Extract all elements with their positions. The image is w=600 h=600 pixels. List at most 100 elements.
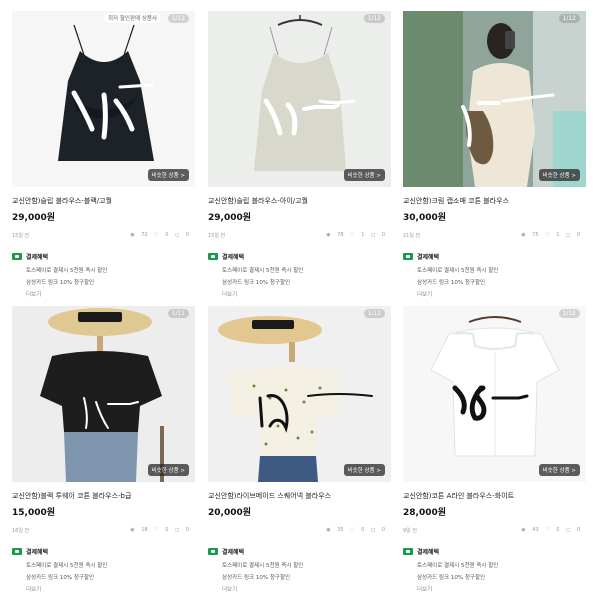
- product-stats: ◉ 75 ♡ 1 ◻ 0: [516, 232, 580, 238]
- benefit-more-link[interactable]: 더보기: [222, 585, 391, 593]
- product-image[interactable]: 1/12 비슷한 상품 >: [208, 11, 391, 187]
- product-image[interactable]: 1/12 비슷한 상품 >: [208, 306, 391, 482]
- benefit-line-1: 토스페이로 결제시 5천원 즉시 할인: [222, 268, 304, 274]
- eye-icon: ◉: [130, 527, 135, 533]
- chat-count: 0: [381, 232, 385, 238]
- product-title[interactable]: 교신안함)슬립 블라우스-블랙/고퀄: [12, 196, 195, 206]
- posted-time: 21일 전: [403, 233, 421, 239]
- benefit-line-2: 삼성카드 링크 10% 청구할인: [222, 280, 291, 286]
- like-count: 0: [165, 232, 169, 238]
- product-price: 29,000원: [12, 213, 56, 223]
- payment-benefit: 결제혜택 토스페이로 결제시 5천원 즉시 할인 삼성카드 링크 10% 청구할…: [12, 252, 195, 298]
- product-stats: ◉ 78 ♡ 1 ◻ 0: [321, 232, 385, 238]
- product-title[interactable]: 교신안함)코튼 A라인 블라우스-화이트: [403, 491, 586, 501]
- product-title[interactable]: 교신안함)블랙 투웨이 코튼 블라우스-b급: [12, 491, 195, 501]
- product-title[interactable]: 교신안함)크림 캡소매 코튼 블라우스: [403, 196, 586, 206]
- white-a-line-blouse-photo: [403, 306, 586, 482]
- payment-benefit: 결제혜택 토스페이로 결제시 5천원 즉시 할인 삼성카드 링크 10% 청구할…: [12, 547, 195, 593]
- benefit-more-link[interactable]: 더보기: [417, 585, 586, 593]
- payment-benefit: 결제혜택 토스페이로 결제시 5천원 즉시 할인 삼성카드 링크 10% 청구할…: [208, 252, 391, 298]
- payment-benefit: 결제혜택 토스페이로 결제시 5천원 즉시 할인 삼성카드 링크 10% 청구할…: [208, 547, 391, 593]
- similar-items-button[interactable]: 비슷한 상품 >: [538, 464, 580, 476]
- product-card[interactable]: 1/12 비슷한 상품 > 교신안함)라이브메이드 스퀘어넥 블라우스 20,0…: [208, 306, 391, 593]
- benefit-flag-icon: [208, 548, 218, 555]
- chat-icon: ◻: [566, 527, 571, 533]
- product-card[interactable]: 1/12 비슷한 상품 > 교신안함)코튼 A라인 블라우스-화이트 28,00…: [403, 306, 586, 593]
- ivory-slip-blouse-photo: [208, 11, 391, 187]
- black-two-way-blouse-photo: [12, 306, 195, 482]
- benefit-flag-icon: [12, 548, 22, 555]
- payment-benefit: 결제혜택 토스페이로 결제시 5천원 즉시 할인 삼성카드 링크 10% 청구할…: [403, 547, 586, 593]
- like-count: 1: [556, 232, 560, 238]
- benefit-line-2: 삼성카드 링크 10% 청구할인: [26, 280, 95, 286]
- product-image[interactable]: 1/11 비슷한 상품 >: [12, 306, 195, 482]
- like-count: 0: [556, 527, 560, 533]
- benefit-more-link[interactable]: 더보기: [222, 290, 391, 298]
- product-meta: 9일 전 ◉ 43 ♡ 0 ◻ 0: [403, 527, 586, 537]
- benefit-title: 결제혜택: [26, 254, 49, 261]
- product-stats: ◉ 18 ♡ 0 ◻ 0: [125, 527, 189, 533]
- product-image[interactable]: 1/12 비슷한 상품 >: [403, 306, 586, 482]
- product-meta: 21일 전 ◉ 75 ♡ 1 ◻ 0: [403, 232, 586, 242]
- similar-items-button[interactable]: 비슷한 상품 >: [538, 169, 580, 181]
- posted-time: 9일 전: [403, 528, 417, 534]
- chat-count: 0: [381, 527, 385, 533]
- benefit-more-link[interactable]: 더보기: [26, 290, 195, 298]
- heart-icon: ♡: [350, 527, 355, 533]
- product-card[interactable]: 최저 할인판매 상품사 1/12 비슷한 상품 > 교신안함)슬립 블라우스-블…: [12, 11, 195, 298]
- product-price: 30,000원: [403, 213, 447, 223]
- product-title[interactable]: 교신안함)슬립 블라우스-아이/고퀄: [208, 196, 391, 206]
- benefit-more-link[interactable]: 더보기: [417, 290, 586, 298]
- product-card[interactable]: 1/12 비슷한 상품 > 교신안함)크림 캡소매 코튼 블라우스 30,000…: [403, 11, 586, 298]
- image-counter: 1/12: [363, 309, 385, 318]
- benefit-line-2: 삼성카드 링크 10% 청구할인: [26, 575, 95, 581]
- product-price: 15,000원: [12, 508, 56, 518]
- product-title[interactable]: 교신안함)라이브메이드 스퀘어넥 블라우스: [208, 491, 391, 501]
- product-image[interactable]: 1/12 비슷한 상품 >: [403, 11, 586, 187]
- product-card[interactable]: 1/11 비슷한 상품 > 교신안함)블랙 투웨이 코튼 블라우스-b급 15,…: [12, 306, 195, 593]
- chat-count: 0: [576, 232, 580, 238]
- view-count: 78: [337, 232, 344, 238]
- image-counter: 1/12: [558, 309, 580, 318]
- black-slip-blouse-photo: [12, 11, 195, 187]
- benefit-title: 결제혜택: [222, 549, 245, 556]
- benefit-line-1: 토스페이로 결제시 5천원 즉시 할인: [26, 268, 108, 274]
- like-count: 0: [165, 527, 169, 533]
- view-count: 35: [337, 527, 344, 533]
- similar-items-button[interactable]: 비슷한 상품 >: [147, 169, 189, 181]
- chat-icon: ◻: [566, 232, 571, 238]
- image-counter: 1/12: [363, 14, 385, 23]
- benefit-flag-icon: [403, 548, 413, 555]
- benefit-flag-icon: [208, 253, 218, 260]
- like-count: 0: [361, 527, 365, 533]
- image-counter: 1/12: [558, 14, 580, 23]
- product-meta: 15일 전 ◉ 72 ♡ 0 ◻ 0: [12, 232, 195, 242]
- chat-icon: ◻: [175, 527, 180, 533]
- eye-icon: ◉: [521, 232, 526, 238]
- view-count: 18: [141, 527, 148, 533]
- product-meta: 15일 전 ◉ 78 ♡ 1 ◻ 0: [208, 232, 391, 242]
- image-counter: 1/12: [167, 14, 189, 23]
- product-price: 29,000원: [208, 213, 252, 223]
- similar-items-button[interactable]: 비슷한 상품 >: [147, 464, 189, 476]
- benefit-more-link[interactable]: 더보기: [26, 585, 195, 593]
- product-meta: 16일 전 ◉ 18 ♡ 0 ◻ 0: [12, 527, 195, 537]
- eye-icon: ◉: [130, 232, 135, 238]
- similar-items-button[interactable]: 비슷한 상품 >: [343, 464, 385, 476]
- like-count: 1: [361, 232, 365, 238]
- similar-items-button[interactable]: 비슷한 상품 >: [343, 169, 385, 181]
- heart-icon: ♡: [350, 232, 355, 238]
- posted-time: 16일 전: [12, 528, 30, 534]
- payment-benefit: 결제혜택 토스페이로 결제시 5천원 즉시 할인 삼성카드 링크 10% 청구할…: [403, 252, 586, 298]
- benefit-line-1: 토스페이로 결제시 5천원 즉시 할인: [26, 563, 108, 569]
- floral-square-neck-blouse-photo: [208, 306, 391, 482]
- chat-icon: ◻: [175, 232, 180, 238]
- eye-icon: ◉: [521, 527, 526, 533]
- chat-icon: ◻: [371, 527, 376, 533]
- posted-time: 15일 전: [12, 233, 30, 239]
- product-price: 28,000원: [403, 508, 447, 518]
- chat-count: 0: [576, 527, 580, 533]
- product-image[interactable]: 최저 할인판매 상품사 1/12 비슷한 상품 >: [12, 11, 195, 187]
- benefit-flag-icon: [12, 253, 22, 260]
- product-card[interactable]: 1/12 비슷한 상품 > 교신안함)슬립 블라우스-아이/고퀄 29,000원…: [208, 11, 391, 298]
